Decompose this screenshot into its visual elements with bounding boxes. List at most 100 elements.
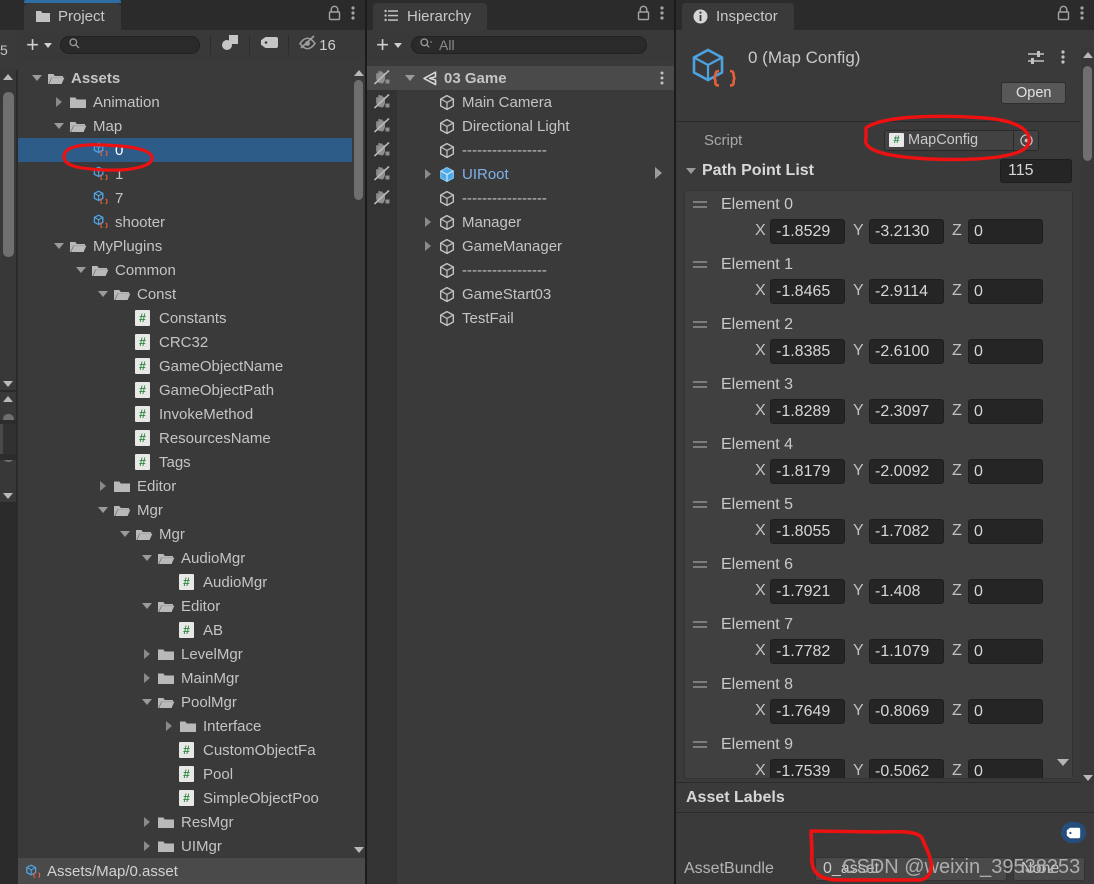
hierarchy-tree-row[interactable]: Manager xyxy=(367,210,674,234)
lock-icon[interactable] xyxy=(328,5,341,26)
visibility-pickability-icon[interactable] xyxy=(373,141,391,158)
project-vscrollbar[interactable] xyxy=(352,66,365,856)
drag-handle-icon[interactable] xyxy=(693,680,707,690)
kebab-icon[interactable] xyxy=(351,5,355,26)
project-tree-row[interactable]: Animation xyxy=(18,90,352,114)
scroll-down-arrow[interactable] xyxy=(0,377,16,390)
hierarchy-tree-row[interactable]: ----------------- xyxy=(367,138,674,162)
tab-inspector[interactable]: Inspector xyxy=(682,3,794,30)
project-tree-row[interactable]: # Constants xyxy=(18,306,352,330)
element-x-field[interactable]: -1.7921 xyxy=(770,579,845,604)
twisty-down-icon[interactable] xyxy=(52,239,66,253)
project-scroll-down-arrow[interactable] xyxy=(352,843,365,856)
twisty-right-icon[interactable] xyxy=(140,839,154,853)
drag-handle-icon[interactable] xyxy=(693,560,707,570)
twisty-right-icon[interactable] xyxy=(52,95,66,109)
inspector-vscrollbar[interactable] xyxy=(1081,48,1094,784)
twisty-down-icon[interactable] xyxy=(140,551,154,565)
element-header[interactable]: Element 4 xyxy=(685,433,793,457)
row-kebab-icon[interactable] xyxy=(660,70,664,90)
twisty-down-icon[interactable] xyxy=(118,527,132,541)
element-header[interactable]: Element 3 xyxy=(685,373,793,397)
open-button[interactable]: Open xyxy=(1001,82,1067,104)
project-tree-row[interactable]: 1 xyxy=(18,162,352,186)
project-tree-row[interactable]: Mgr xyxy=(18,498,352,522)
element-y-field[interactable]: -2.3097 xyxy=(869,399,944,424)
prefab-open-chevron-icon[interactable] xyxy=(655,167,662,179)
project-search-input[interactable] xyxy=(60,36,200,54)
inspector-scroll-up-arrow[interactable] xyxy=(1081,48,1094,61)
element-header[interactable]: Element 2 xyxy=(685,313,793,337)
project-tree-row[interactable]: Const xyxy=(18,282,352,306)
element-y-field[interactable]: -0.5062 xyxy=(869,759,944,778)
inspector-kebab-button[interactable] xyxy=(1061,49,1065,70)
project-tree-row[interactable]: MainMgr xyxy=(18,666,352,690)
drag-handle-icon[interactable] xyxy=(693,380,707,390)
hidden-objects-button[interactable]: 16 xyxy=(289,33,345,57)
element-y-field[interactable]: -1.408 xyxy=(869,579,944,604)
twisty-down-icon[interactable] xyxy=(140,695,154,709)
inspector-scroll-down-arrow[interactable] xyxy=(1081,771,1094,784)
drag-handle-icon[interactable] xyxy=(693,620,707,630)
element-x-field[interactable]: -1.8385 xyxy=(770,339,845,364)
project-tree-row[interactable]: 7 xyxy=(18,186,352,210)
script-object-field[interactable]: # MapConfig xyxy=(884,129,1014,151)
project-tree-row[interactable]: # CustomObjectFa xyxy=(18,738,352,762)
element-header[interactable]: Element 8 xyxy=(685,673,793,697)
twisty-down-icon[interactable] xyxy=(74,263,88,277)
twisty-down-icon[interactable] xyxy=(52,119,66,133)
project-scroll-thumb[interactable] xyxy=(354,80,363,200)
twisty-right-icon[interactable] xyxy=(140,815,154,829)
twisty-down-icon[interactable] xyxy=(96,287,110,301)
element-y-field[interactable]: -2.9114 xyxy=(869,279,944,304)
drag-handle-icon[interactable] xyxy=(693,320,707,330)
drag-handle-icon[interactable] xyxy=(693,200,707,210)
twisty-right-icon[interactable] xyxy=(421,239,435,253)
project-tree-row[interactable]: # ResourcesName xyxy=(18,426,352,450)
hierarchy-tree-row[interactable]: Directional Light xyxy=(367,114,674,138)
drag-handle-icon[interactable] xyxy=(693,500,707,510)
twisty-down-icon[interactable] xyxy=(30,71,44,85)
scroll-down-arrow-2[interactable] xyxy=(0,489,16,502)
project-tree-row[interactable]: Map xyxy=(18,114,352,138)
project-tree-row[interactable]: # InvokeMethod xyxy=(18,402,352,426)
scroll-up-arrow-2[interactable] xyxy=(0,392,16,405)
hierarchy-tree-row[interactable]: ----------------- xyxy=(367,186,674,210)
twisty-right-icon[interactable] xyxy=(140,647,154,661)
inspector-list-scroll-down[interactable] xyxy=(1056,755,1070,769)
element-z-field[interactable]: 0 xyxy=(968,699,1043,724)
element-z-field[interactable]: 0 xyxy=(968,219,1043,244)
element-y-field[interactable]: -1.1079 xyxy=(869,639,944,664)
hierarchy-tree-row[interactable]: ----------------- xyxy=(367,258,674,282)
element-y-field[interactable]: -0.8069 xyxy=(869,699,944,724)
element-header[interactable]: Element 6 xyxy=(685,553,793,577)
project-tree-row[interactable]: Interface xyxy=(18,714,352,738)
kebab-icon[interactable] xyxy=(660,5,664,26)
hierarchy-tree-row[interactable]: 03 Game xyxy=(367,66,674,90)
element-z-field[interactable]: 0 xyxy=(968,759,1043,778)
project-tree-row[interactable]: ResMgr xyxy=(18,810,352,834)
element-x-field[interactable]: -1.8179 xyxy=(770,459,845,484)
element-x-field[interactable]: -1.8529 xyxy=(770,219,845,244)
project-tree-row[interactable]: shooter xyxy=(18,210,352,234)
left-partial-scrollbar-1[interactable] xyxy=(0,70,16,390)
element-x-field[interactable]: -1.7649 xyxy=(770,699,845,724)
twisty-right-icon[interactable] xyxy=(162,719,176,733)
hierarchy-tree-row[interactable]: TestFail xyxy=(367,306,674,330)
project-tree-row[interactable]: LevelMgr xyxy=(18,642,352,666)
element-y-field[interactable]: -2.6100 xyxy=(869,339,944,364)
hierarchy-tree-row[interactable]: Main Camera xyxy=(367,90,674,114)
element-header[interactable]: Element 0 xyxy=(685,193,793,217)
drag-handle-icon[interactable] xyxy=(693,260,707,270)
project-tree-row[interactable]: 0 xyxy=(18,138,352,162)
element-header[interactable]: Element 7 xyxy=(685,613,793,637)
twisty-down-icon[interactable] xyxy=(403,71,417,85)
path-point-list-size-field[interactable]: 115 xyxy=(1000,159,1072,183)
twisty-right-icon[interactable] xyxy=(140,671,154,685)
filter-by-type-button[interactable] xyxy=(211,33,249,57)
element-z-field[interactable]: 0 xyxy=(968,639,1043,664)
create-asset-button[interactable]: + xyxy=(18,33,60,57)
element-x-field[interactable]: -1.8055 xyxy=(770,519,845,544)
project-tree-row[interactable]: Editor xyxy=(18,474,352,498)
twisty-down-icon[interactable] xyxy=(96,503,110,517)
